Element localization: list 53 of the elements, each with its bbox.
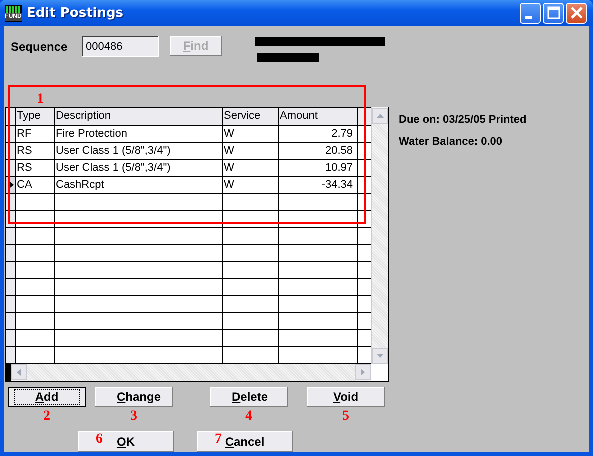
table-cell: CA <box>16 177 55 193</box>
column-header[interactable]: Description <box>55 108 223 125</box>
table-cell: User Class 1 (5/8",3/4") <box>55 143 223 159</box>
callout-number: 7 <box>215 432 222 448</box>
action-button[interactable]: Change <box>95 387 173 407</box>
table-cell: 20.58 <box>279 143 358 159</box>
empty-row[interactable] <box>6 262 371 279</box>
empty-row[interactable] <box>6 296 371 313</box>
table-cell: RS <box>16 143 55 159</box>
callout-number: 2 <box>44 409 50 425</box>
minimize-button[interactable] <box>520 2 541 24</box>
table-cell: User Class 1 (5/8",3/4") <box>55 160 223 176</box>
table-cell: W <box>223 143 279 159</box>
empty-row[interactable] <box>6 279 371 296</box>
column-header[interactable]: Type <box>16 108 55 125</box>
callout-number: 1 <box>37 92 44 108</box>
callout-number: 3 <box>130 409 138 425</box>
table-cell: RF <box>16 126 55 142</box>
info-text: Due on: 03/25/05 Printed <box>399 114 527 126</box>
table-cell: RS <box>16 160 55 176</box>
table-cell: 10.97 <box>279 160 358 176</box>
empty-row[interactable] <box>6 313 371 330</box>
column-header[interactable]: Amount <box>279 108 358 125</box>
table-cell: CashRcpt <box>55 177 223 193</box>
empty-row[interactable] <box>6 228 371 245</box>
current-row-icon <box>8 180 14 190</box>
table-cell: 2.79 <box>279 126 358 142</box>
empty-row[interactable] <box>6 245 371 262</box>
sequence-field[interactable]: 000486 <box>82 36 159 57</box>
window-title: Edit Postings <box>27 6 125 20</box>
action-button[interactable]: Delete <box>210 387 288 407</box>
table-cell: -34.34 <box>279 177 358 193</box>
table-cell: W <box>223 126 279 142</box>
close-button[interactable] <box>566 2 587 24</box>
minimize-icon <box>524 16 532 18</box>
table-cell: W <box>223 177 279 193</box>
action-button[interactable]: Add <box>8 387 86 407</box>
action-button[interactable]: Void <box>307 387 385 407</box>
empty-row[interactable] <box>6 194 371 211</box>
callout-number: 6 <box>96 432 103 448</box>
column-header[interactable]: Service <box>223 108 279 125</box>
empty-row[interactable] <box>6 330 371 347</box>
info-text: Water Balance: 0.00 <box>399 136 504 148</box>
callout-number: 5 <box>342 409 350 425</box>
maximize-button[interactable] <box>543 2 564 24</box>
sequence-label: Sequence <box>11 40 69 54</box>
empty-row[interactable] <box>6 211 371 228</box>
table-cell: W <box>223 160 279 176</box>
redaction-bar <box>257 53 319 62</box>
maximize-icon <box>546 6 560 20</box>
callout-number: 4 <box>246 409 252 425</box>
close-icon <box>570 6 584 20</box>
table-cell: Fire Protection <box>55 126 223 142</box>
